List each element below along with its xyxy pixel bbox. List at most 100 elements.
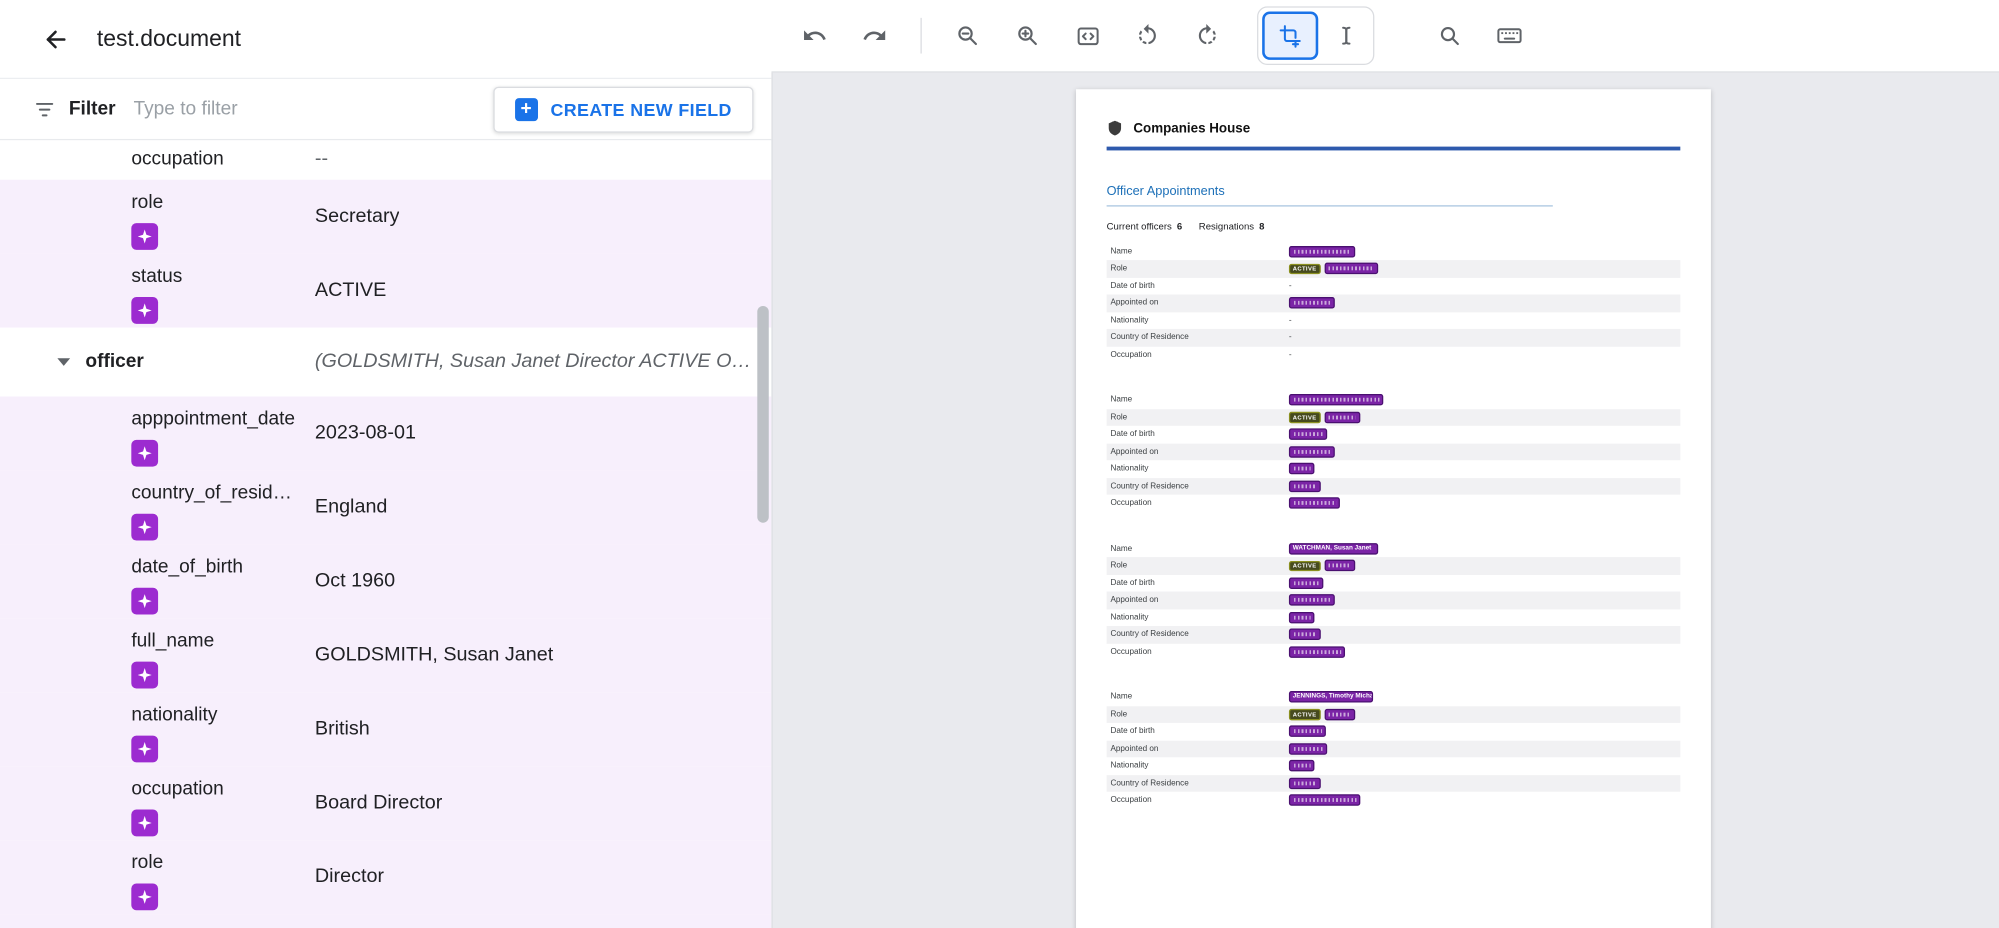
annotation-chip[interactable] bbox=[1289, 760, 1314, 771]
officer-row-value bbox=[1289, 429, 1680, 440]
role-active-badge: ACTIVE bbox=[1289, 263, 1320, 274]
officer-row-label: Appointed on bbox=[1107, 744, 1289, 753]
annotation-chip[interactable] bbox=[1289, 463, 1314, 474]
redacted-text bbox=[1293, 615, 1310, 619]
field-label-group: occupation bbox=[131, 776, 224, 836]
annotation-chip[interactable] bbox=[1289, 777, 1321, 788]
redacted-text bbox=[1293, 250, 1350, 254]
officer-row-value bbox=[1289, 446, 1680, 457]
entity-sparkle-icon[interactable] bbox=[131, 440, 158, 467]
create-new-field-button[interactable]: CREATE NEW FIELD bbox=[493, 86, 753, 132]
annotation-chip[interactable] bbox=[1289, 629, 1321, 640]
field-row[interactable]: full_nameGOLDSMITH, Susan Janet bbox=[0, 618, 771, 692]
annotation-chip[interactable] bbox=[1289, 498, 1340, 509]
field-value: (GOLDSMITH, Susan Janet Director ACTIVE … bbox=[315, 351, 755, 374]
entity-sparkle-icon[interactable] bbox=[131, 588, 158, 615]
annotation-chip[interactable]: WATCHMAN, Susan Janet bbox=[1289, 543, 1378, 554]
officer-row-value: - bbox=[1289, 333, 1680, 342]
annotation-chip[interactable] bbox=[1289, 594, 1335, 605]
officer-row-value bbox=[1289, 743, 1680, 754]
redo-button[interactable] bbox=[852, 13, 898, 59]
annotation-chip[interactable] bbox=[1289, 743, 1327, 754]
annotation-chip[interactable] bbox=[1289, 795, 1360, 806]
plus-icon bbox=[515, 98, 538, 121]
officer-row-label: Name bbox=[1107, 396, 1289, 405]
redacted-text bbox=[1293, 650, 1340, 654]
officer-row-label: Date of birth bbox=[1107, 578, 1289, 587]
zoom-in-button[interactable] bbox=[1005, 13, 1051, 59]
field-label-group: apppointment_date bbox=[131, 407, 295, 467]
entity-sparkle-icon[interactable] bbox=[131, 662, 158, 689]
annotation-chip[interactable] bbox=[1289, 577, 1323, 588]
annotation-chip[interactable] bbox=[1289, 394, 1383, 405]
field-row[interactable]: roleSecretary bbox=[0, 180, 771, 254]
field-row[interactable]: occupation Board Director bbox=[0, 766, 771, 840]
field-row[interactable]: statusACTIVE bbox=[0, 254, 771, 328]
field-row[interactable]: date_of_birthOct 1960 bbox=[0, 544, 771, 618]
field-row[interactable]: country_of_resid…England bbox=[0, 470, 771, 544]
field-label: nationality bbox=[131, 702, 217, 727]
entity-sparkle-icon[interactable] bbox=[131, 297, 158, 324]
field-label-group: role bbox=[131, 850, 163, 910]
keyboard-shortcuts-button[interactable] bbox=[1487, 13, 1533, 59]
zoom-out-button[interactable] bbox=[945, 13, 991, 59]
redacted-text bbox=[1293, 484, 1316, 488]
companies-house-crest-icon bbox=[1107, 120, 1124, 137]
annotation-chip[interactable] bbox=[1289, 429, 1327, 440]
field-value: -- bbox=[315, 147, 328, 172]
app: test.document Filter CREATE NEW FIELD oc… bbox=[0, 0, 1999, 928]
field-value: Board Director bbox=[315, 792, 442, 815]
annotation-chip[interactable] bbox=[1289, 246, 1355, 257]
annotation-chip[interactable] bbox=[1324, 560, 1355, 571]
entity-sparkle-icon[interactable] bbox=[131, 810, 158, 837]
officer-row-label: Name bbox=[1107, 693, 1289, 702]
officer-stats: Current officers 6 Resignations 8 bbox=[1107, 220, 1681, 231]
annotation-chip[interactable] bbox=[1289, 612, 1314, 623]
field-row[interactable]: officer(GOLDSMITH, Susan Janet Director … bbox=[0, 328, 771, 397]
create-new-field-label: CREATE NEW FIELD bbox=[550, 99, 731, 119]
annotation-chip[interactable] bbox=[1324, 263, 1378, 274]
redacted-text bbox=[1329, 712, 1351, 716]
field-label: full_name bbox=[131, 629, 214, 654]
annotation-chip[interactable] bbox=[1289, 446, 1335, 457]
redacted-text bbox=[1293, 398, 1378, 402]
annotation-chip[interactable]: JENNINGS, Timothy Michael bbox=[1289, 691, 1373, 702]
redacted-text bbox=[1293, 747, 1322, 751]
search-button[interactable] bbox=[1427, 13, 1473, 59]
text-select-tool-button[interactable] bbox=[1323, 13, 1369, 59]
entity-sparkle-icon[interactable] bbox=[131, 514, 158, 541]
annotation-chip[interactable] bbox=[1289, 297, 1335, 308]
entity-sparkle-icon[interactable] bbox=[131, 223, 158, 250]
filter-input[interactable] bbox=[133, 98, 413, 120]
scrollbar-thumb[interactable] bbox=[757, 306, 768, 523]
collapse-caret-icon[interactable] bbox=[57, 358, 70, 366]
field-label: occupation bbox=[131, 147, 224, 172]
annotation-chip[interactable] bbox=[1324, 709, 1355, 720]
rotate-right-button[interactable] bbox=[1184, 13, 1230, 59]
officer-row-label: Nationality bbox=[1107, 613, 1289, 622]
document-section-title: Officer Appointments bbox=[1107, 184, 1553, 206]
entity-sparkle-icon[interactable] bbox=[131, 736, 158, 763]
toolbar-separator bbox=[920, 18, 921, 54]
officer-blocks: NameRoleACTIVEDate of birth-Appointed on… bbox=[1107, 243, 1681, 809]
annotation-chip[interactable] bbox=[1289, 480, 1321, 491]
code-view-button[interactable] bbox=[1065, 13, 1111, 59]
rotate-left-button[interactable] bbox=[1124, 13, 1170, 59]
field-row[interactable]: nationalityBritish bbox=[0, 692, 771, 766]
annotation-chip[interactable] bbox=[1289, 646, 1345, 657]
field-row[interactable]: roleDirector bbox=[0, 840, 771, 914]
officer-row-value: ACTIVE bbox=[1289, 709, 1680, 720]
annotation-chip[interactable] bbox=[1289, 726, 1326, 737]
field-row[interactable]: apppointment_date2023-08-01 bbox=[0, 396, 771, 470]
officer-row-label: Appointed on bbox=[1107, 596, 1289, 605]
entity-sparkle-icon[interactable] bbox=[131, 884, 158, 911]
undo-button[interactable] bbox=[792, 13, 838, 59]
crop-add-tool-button[interactable] bbox=[1262, 11, 1318, 59]
stat-value: 8 bbox=[1259, 220, 1264, 231]
officer-row: NameJENNINGS, Timothy Michael bbox=[1107, 688, 1681, 705]
back-button[interactable] bbox=[31, 13, 82, 64]
officer-row-value: ACTIVE bbox=[1289, 411, 1680, 422]
field-row[interactable]: occupation -- bbox=[0, 140, 771, 180]
redacted-text bbox=[1293, 798, 1355, 802]
annotation-chip[interactable] bbox=[1324, 411, 1360, 422]
